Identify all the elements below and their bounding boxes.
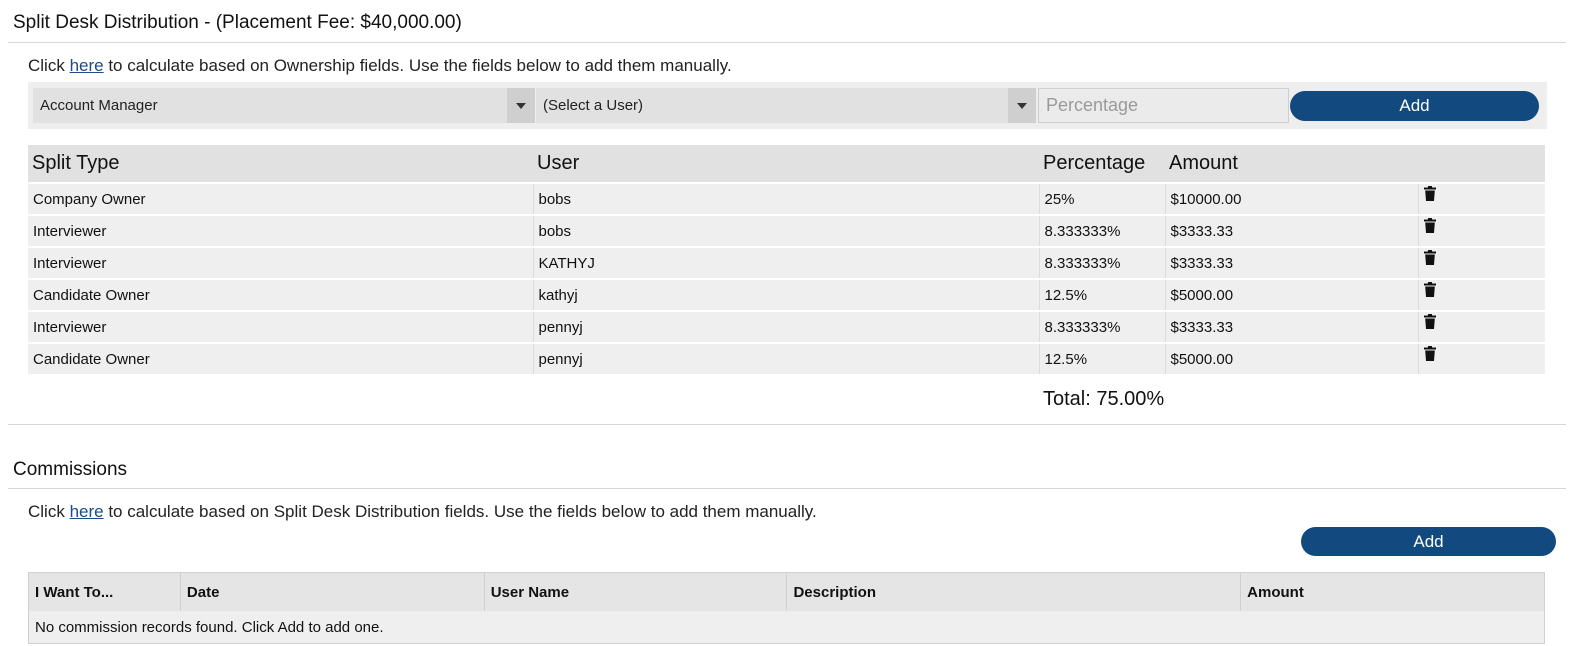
row-percentage: 8.333333%: [1039, 214, 1166, 247]
chevron-down-icon[interactable]: [507, 88, 535, 123]
table-row: Interviewer KATHYJ 8.333333% $3333.33: [28, 246, 1545, 279]
percentage-input[interactable]: [1038, 88, 1289, 123]
row-split-type: Interviewer: [28, 246, 534, 279]
col-amount: Amount: [1165, 145, 1418, 183]
split-section-title: Split Desk Distribution - (Placement Fee…: [13, 12, 462, 33]
commissions-divider: [8, 488, 1566, 489]
row-amount: $10000.00: [1165, 182, 1419, 215]
row-percentage: 25%: [1039, 182, 1166, 215]
split-instruction-text: Click: [28, 56, 70, 75]
split-bottom-divider: [8, 424, 1566, 425]
table-row: Company Owner bobs 25% $10000.00: [28, 182, 1545, 215]
trash-icon[interactable]: [1423, 345, 1436, 361]
col-split-type: Split Type: [28, 145, 533, 183]
trash-icon[interactable]: [1423, 249, 1436, 265]
split-user-value: (Select a User): [543, 97, 644, 114]
split-instruction: Click here to calculate based on Ownersh…: [28, 56, 732, 76]
commissions-instruction: Click here to calculate based on Split D…: [28, 502, 817, 522]
split-add-bar: Account Manager (Select a User) Add: [28, 82, 1547, 129]
row-actions: [1418, 310, 1545, 343]
col-i-want-to: I Want To...: [28, 572, 181, 611]
split-user-select[interactable]: (Select a User): [536, 88, 1036, 123]
table-row: Candidate Owner pennyj 12.5% $5000.00: [28, 342, 1545, 374]
chevron-down-icon[interactable]: [1008, 88, 1036, 123]
row-percentage: 8.333333%: [1039, 246, 1166, 279]
commissions-table-header: I Want To... Date User Name Description …: [28, 572, 1545, 611]
split-add-button[interactable]: Add: [1290, 91, 1539, 121]
row-amount: $3333.33: [1165, 246, 1419, 279]
row-user: bobs: [533, 214, 1040, 247]
commissions-calc-link[interactable]: here: [70, 502, 104, 521]
row-amount: $3333.33: [1165, 310, 1419, 343]
col-actions: [1418, 145, 1545, 183]
empty-message: No commission records found. Click Add t…: [28, 611, 1545, 644]
row-actions: [1418, 182, 1545, 215]
commissions-table: I Want To... Date User Name Description …: [28, 572, 1545, 644]
commissions-add-button[interactable]: Add: [1301, 527, 1556, 556]
row-user: bobs: [533, 182, 1040, 215]
row-split-type: Candidate Owner: [28, 278, 534, 311]
trash-icon[interactable]: [1423, 217, 1436, 233]
row-percentage: 12.5%: [1039, 342, 1166, 374]
row-split-type: Interviewer: [28, 310, 534, 343]
row-amount: $5000.00: [1165, 278, 1419, 311]
split-divider: [8, 42, 1566, 43]
split-instruction-text-2: to calculate based on Ownership fields. …: [103, 56, 732, 75]
col-date: Date: [180, 572, 485, 611]
row-amount: $5000.00: [1165, 342, 1419, 374]
col-description: Description: [786, 572, 1242, 611]
commissions-section-title: Commissions: [13, 459, 128, 480]
row-split-type: Candidate Owner: [28, 342, 534, 374]
row-amount: $3333.33: [1165, 214, 1419, 247]
trash-icon[interactable]: [1423, 313, 1436, 329]
split-table-header: Split Type User Percentage Amount: [28, 145, 1545, 183]
row-user: KATHYJ: [533, 246, 1040, 279]
commissions-instruction-text-2: to calculate based on Split Desk Distrib…: [108, 502, 817, 521]
row-user: pennyj: [533, 342, 1040, 374]
row-actions: [1418, 214, 1545, 247]
table-row: Interviewer bobs 8.333333% $3333.33: [28, 214, 1545, 247]
trash-icon[interactable]: [1423, 281, 1436, 297]
row-percentage: 12.5%: [1039, 278, 1166, 311]
commissions-instruction-text: Click: [28, 502, 70, 521]
row-percentage: 8.333333%: [1039, 310, 1166, 343]
split-total: Total: 75.00%: [1043, 388, 1165, 410]
table-row: Interviewer pennyj 8.333333% $3333.33: [28, 310, 1545, 343]
row-actions: [1418, 342, 1545, 374]
row-user: pennyj: [533, 310, 1040, 343]
col-user: User: [533, 145, 1039, 183]
split-type-select[interactable]: Account Manager: [33, 88, 535, 123]
split-type-value: Account Manager: [40, 97, 158, 114]
col-comm-amount: Amount: [1240, 572, 1545, 611]
row-user: kathyj: [533, 278, 1040, 311]
row-split-type: Company Owner: [28, 182, 534, 215]
col-user-name: User Name: [484, 572, 788, 611]
row-actions: [1418, 246, 1545, 279]
table-row: No commission records found. Click Add t…: [28, 611, 1545, 644]
table-row: Candidate Owner kathyj 12.5% $5000.00: [28, 278, 1545, 311]
split-calc-link[interactable]: here: [70, 56, 104, 75]
col-percentage: Percentage: [1039, 145, 1165, 183]
row-split-type: Interviewer: [28, 214, 534, 247]
trash-icon[interactable]: [1423, 185, 1436, 201]
row-actions: [1418, 278, 1545, 311]
split-table: Split Type User Percentage Amount Compan…: [28, 145, 1545, 374]
